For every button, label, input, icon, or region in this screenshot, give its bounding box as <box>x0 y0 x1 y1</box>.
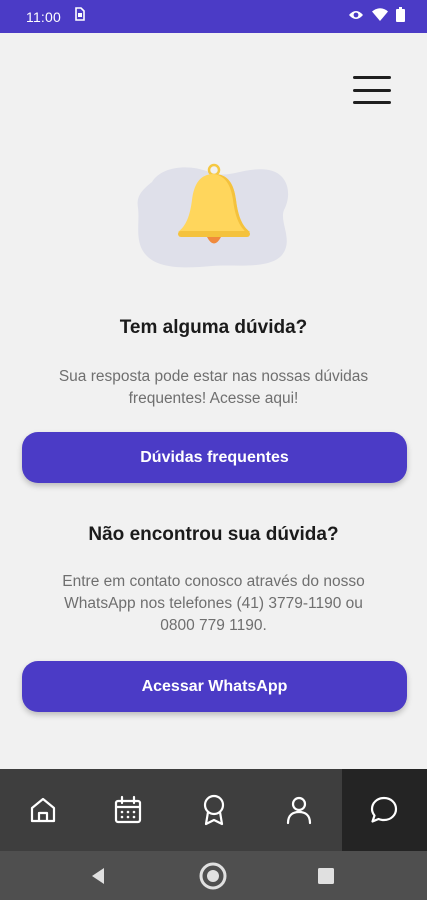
chat-icon <box>371 796 398 823</box>
hamburger-menu-icon[interactable] <box>352 74 392 106</box>
wifi-icon <box>372 7 388 26</box>
calendar-icon <box>115 795 142 824</box>
bell-illustration <box>134 160 294 272</box>
nav-awards[interactable] <box>171 769 256 851</box>
nav-chat[interactable] <box>341 769 427 851</box>
battery-icon <box>396 6 405 27</box>
faq-button[interactable]: Dúvidas frequentes <box>22 432 407 483</box>
profile-icon <box>286 796 312 825</box>
award-icon <box>203 794 224 826</box>
status-time: 11:00 <box>26 8 61 25</box>
home-icon <box>30 797 55 823</box>
recents-icon[interactable] <box>318 868 334 889</box>
contact-description-line: 0800 779 1190. <box>160 617 267 634</box>
contact-description-line: WhatsApp nos telefones (41) 3779-1190 ou <box>64 595 363 612</box>
contact-title: Não encontrou sua dúvida? <box>88 524 339 545</box>
menu-line <box>353 101 391 104</box>
contact-description-line: Entre em contato conosco através do noss… <box>62 573 365 590</box>
whatsapp-button[interactable]: Acessar WhatsApp <box>22 661 407 712</box>
eye-icon <box>348 8 364 26</box>
nav-home[interactable] <box>0 769 85 851</box>
back-icon[interactable] <box>90 867 106 890</box>
contact-description: Entre em contato conosco através do noss… <box>30 571 397 637</box>
faq-title: Tem alguma dúvida? <box>119 317 308 338</box>
faq-description-line: frequentes! Acesse aqui! <box>128 390 299 407</box>
nav-calendar[interactable] <box>85 769 170 851</box>
status-bar: 11:00 <box>0 0 427 33</box>
menu-line <box>353 76 391 79</box>
menu-line <box>353 88 391 92</box>
system-nav-bar <box>0 851 427 900</box>
bell-icon <box>137 163 289 268</box>
faq-description: Sua resposta pode estar nas nossas dúvid… <box>30 366 397 410</box>
sim-card-icon <box>75 7 85 26</box>
help-screen: 11:00 Tem alguma dúvida? Sua resposta po… <box>0 0 427 900</box>
bottom-nav <box>0 769 427 851</box>
nav-profile[interactable] <box>256 769 341 851</box>
faq-description-line: Sua resposta pode estar nas nossas dúvid… <box>58 368 369 385</box>
home-circle-icon[interactable] <box>198 861 228 896</box>
